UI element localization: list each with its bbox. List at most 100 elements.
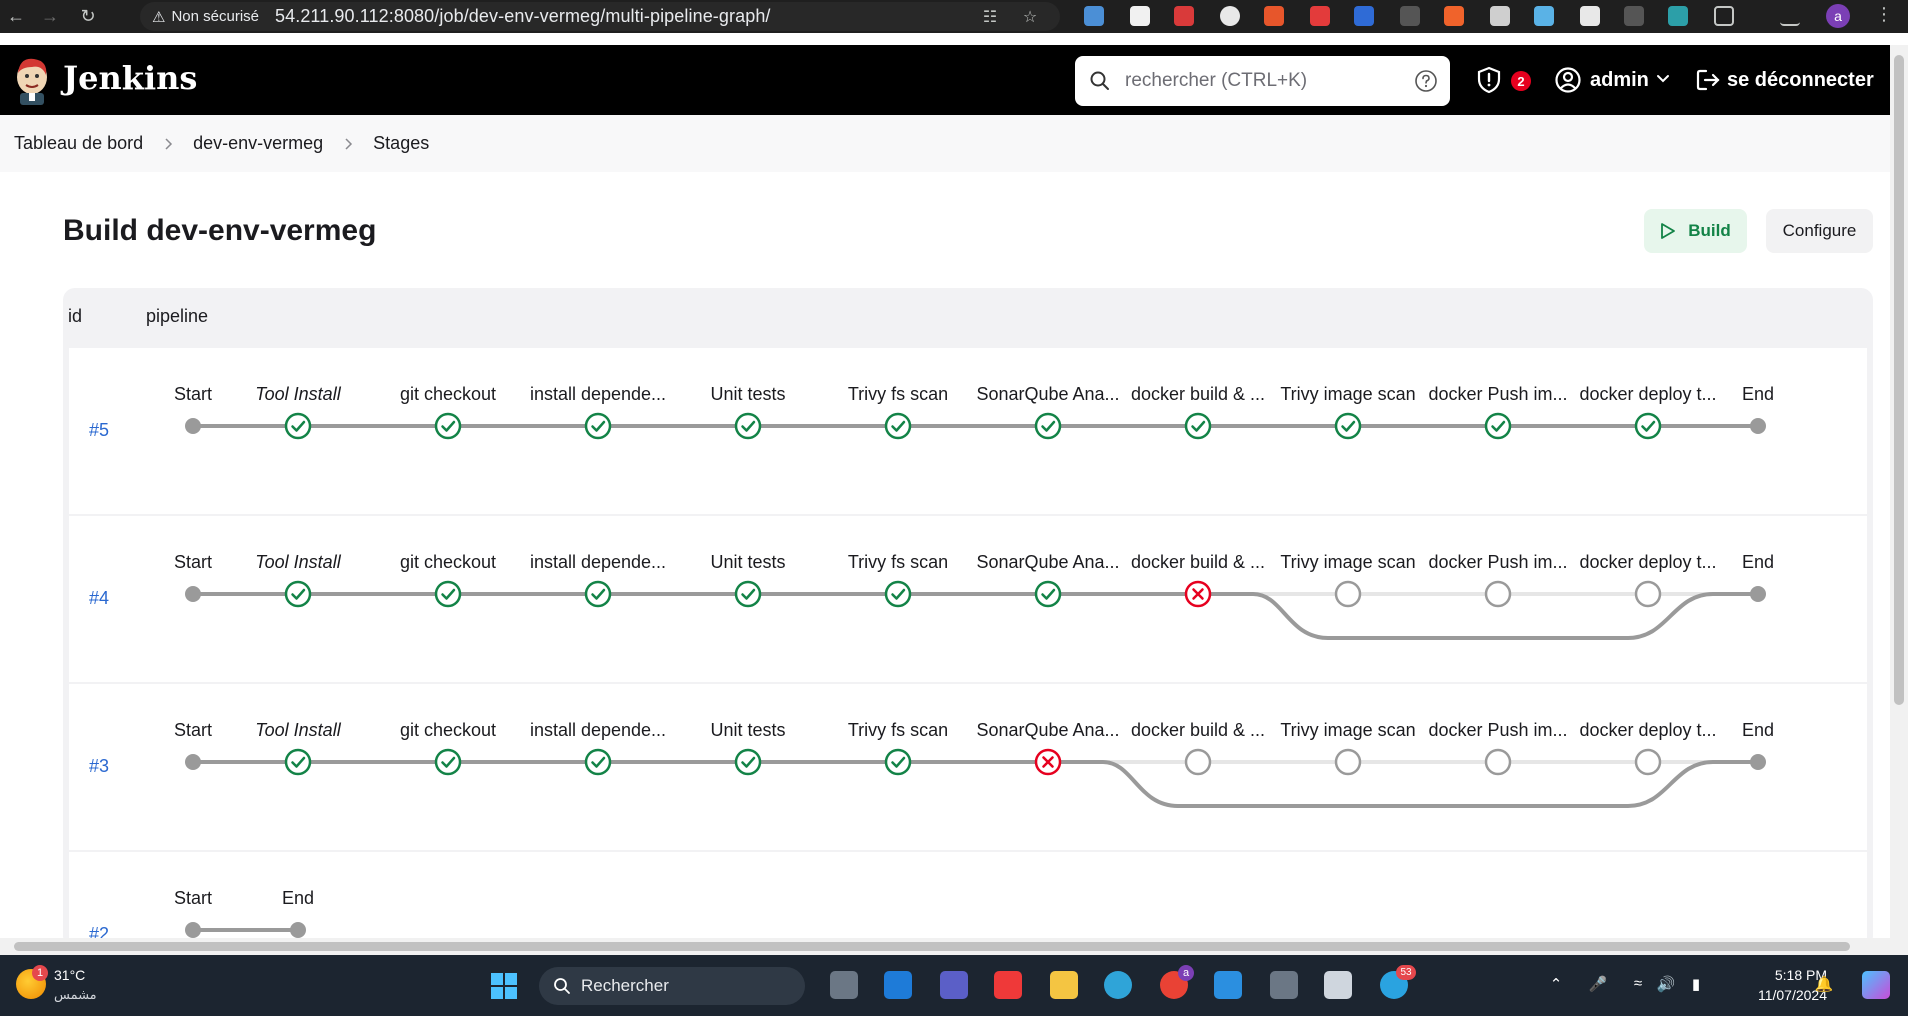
stage-label[interactable]: docker build & ... <box>1131 720 1265 741</box>
stage-label[interactable]: Unit tests <box>710 720 785 741</box>
stage-label[interactable]: End <box>282 888 314 909</box>
breadcrumb-item-job[interactable]: dev-env-vermeg <box>193 133 323 154</box>
vscode-app-icon[interactable] <box>1214 971 1242 999</box>
stage-label[interactable]: Trivy fs scan <box>848 552 948 573</box>
stage-label[interactable]: Tool Install <box>255 384 340 405</box>
mail-app-icon[interactable] <box>884 971 912 999</box>
stage-label[interactable]: docker Push im... <box>1428 720 1567 741</box>
microphone-icon[interactable]: 🎤 <box>1588 975 1608 995</box>
notification-bell-icon[interactable]: 🔔 <box>1814 975 1834 995</box>
snipping-tool-icon[interactable] <box>1270 971 1298 999</box>
extension-icon[interactable] <box>1490 6 1510 26</box>
back-icon[interactable]: ← <box>4 4 28 28</box>
extension-icon[interactable] <box>1444 6 1464 26</box>
battery-icon[interactable]: ▮ <box>1686 975 1706 995</box>
stage-label[interactable]: docker Push im... <box>1428 552 1567 573</box>
windows-start-icon[interactable] <box>490 972 518 1000</box>
stage-label[interactable]: Unit tests <box>710 384 785 405</box>
insecure-label[interactable]: Non sécurisé <box>171 8 259 25</box>
stage-label[interactable]: Trivy fs scan <box>848 720 948 741</box>
stage-label[interactable]: Start <box>174 720 212 741</box>
build-button[interactable]: Build <box>1644 209 1747 253</box>
stage-label[interactable]: docker deploy t... <box>1579 384 1716 405</box>
jenkins-brand[interactable]: Jenkins <box>63 59 197 97</box>
extension-icon[interactable] <box>1174 6 1194 26</box>
stage-label[interactable]: Trivy image scan <box>1280 384 1415 405</box>
extension-icon[interactable] <box>1264 6 1284 26</box>
weather-description[interactable]: مشمس <box>54 987 97 1003</box>
stage-label[interactable]: Trivy image scan <box>1280 552 1415 573</box>
url-text[interactable]: 54.211.90.112:8080/job/dev-env-vermeg/mu… <box>275 6 771 27</box>
extension-icon[interactable] <box>1310 6 1330 26</box>
translate-icon[interactable]: ☷ <box>980 7 1000 27</box>
security-shield-icon[interactable] <box>1474 65 1504 95</box>
stage-label[interactable]: Start <box>174 888 212 909</box>
jenkins-logo-icon[interactable] <box>12 55 52 105</box>
extension-icon[interactable] <box>1400 6 1420 26</box>
stage-label[interactable]: Start <box>174 384 212 405</box>
address-bar[interactable]: ⚠ Non sécurisé 54.211.90.112:8080/job/de… <box>140 2 1060 31</box>
reload-icon[interactable]: ↻ <box>76 4 100 28</box>
extension-icon[interactable] <box>1580 6 1600 26</box>
logout-link[interactable]: se déconnecter <box>1727 69 1874 92</box>
stage-label[interactable]: SonarQube Ana... <box>976 720 1119 741</box>
stage-label[interactable]: docker deploy t... <box>1579 720 1716 741</box>
chevron-down-icon[interactable] <box>1654 69 1672 87</box>
search-input[interactable] <box>1125 70 1405 92</box>
stage-label[interactable]: Start <box>174 552 212 573</box>
vertical-scrollbar[interactable] <box>1890 45 1908 955</box>
wifi-icon[interactable]: ≈ <box>1628 975 1648 995</box>
stage-label[interactable]: SonarQube Ana... <box>976 384 1119 405</box>
extensions-puzzle-icon[interactable] <box>1714 6 1734 26</box>
file-explorer-icon[interactable] <box>1050 971 1078 999</box>
stage-label[interactable]: git checkout <box>400 720 496 741</box>
scrollbar-thumb[interactable] <box>14 942 1850 951</box>
chevron-up-icon[interactable]: ⌃ <box>1546 975 1566 995</box>
weather-temperature[interactable]: 31°C <box>54 967 85 983</box>
stage-label[interactable]: git checkout <box>400 552 496 573</box>
stage-label[interactable]: docker build & ... <box>1131 384 1265 405</box>
horizontal-scrollbar[interactable] <box>0 938 1890 955</box>
user-name[interactable]: admin <box>1590 69 1649 92</box>
stage-label[interactable]: docker deploy t... <box>1579 552 1716 573</box>
stage-label[interactable]: docker Push im... <box>1428 384 1567 405</box>
stage-label[interactable]: install depende... <box>530 552 666 573</box>
forward-icon[interactable]: → <box>38 4 62 28</box>
reading-list-icon[interactable] <box>1780 6 1800 26</box>
extension-icon[interactable] <box>1084 6 1104 26</box>
copilot-icon[interactable] <box>1862 971 1890 999</box>
stage-label[interactable]: git checkout <box>400 384 496 405</box>
stage-label[interactable]: End <box>1742 552 1774 573</box>
stage-label[interactable]: install depende... <box>530 384 666 405</box>
taskbar-search[interactable]: Rechercher <box>539 967 805 1005</box>
stage-label[interactable]: Unit tests <box>710 552 785 573</box>
extension-icon[interactable] <box>1354 6 1374 26</box>
extension-icon[interactable] <box>1534 6 1554 26</box>
scrollbar-thumb[interactable] <box>1894 55 1904 705</box>
logout-icon[interactable] <box>1694 66 1722 94</box>
stage-label[interactable]: Tool Install <box>255 720 340 741</box>
stage-label[interactable]: SonarQube Ana... <box>976 552 1119 573</box>
teams-app-icon[interactable] <box>940 971 968 999</box>
help-icon[interactable] <box>1414 69 1438 93</box>
user-icon[interactable] <box>1554 66 1582 94</box>
bookmark-star-icon[interactable]: ☆ <box>1020 7 1040 27</box>
security-count-badge[interactable]: 2 <box>1511 71 1531 91</box>
breadcrumb-item-stages[interactable]: Stages <box>373 133 429 154</box>
app-icon[interactable] <box>1324 971 1352 999</box>
extension-icon[interactable] <box>1668 6 1688 26</box>
configure-button[interactable]: Configure <box>1766 209 1873 253</box>
vivaldi-app-icon[interactable] <box>994 971 1022 999</box>
stage-label[interactable]: docker build & ... <box>1131 552 1265 573</box>
stage-label[interactable]: install depende... <box>530 720 666 741</box>
task-view-icon[interactable] <box>830 971 858 999</box>
profile-avatar[interactable]: a <box>1826 4 1850 28</box>
edge-app-icon[interactable] <box>1104 971 1132 999</box>
breadcrumb-item-dashboard[interactable]: Tableau de bord <box>14 133 143 154</box>
extension-icon[interactable] <box>1220 6 1240 26</box>
volume-icon[interactable]: 🔊 <box>1656 975 1676 995</box>
stage-label[interactable]: Trivy image scan <box>1280 720 1415 741</box>
search-box[interactable] <box>1075 56 1450 106</box>
stage-label[interactable]: Tool Install <box>255 552 340 573</box>
stage-label[interactable]: End <box>1742 720 1774 741</box>
